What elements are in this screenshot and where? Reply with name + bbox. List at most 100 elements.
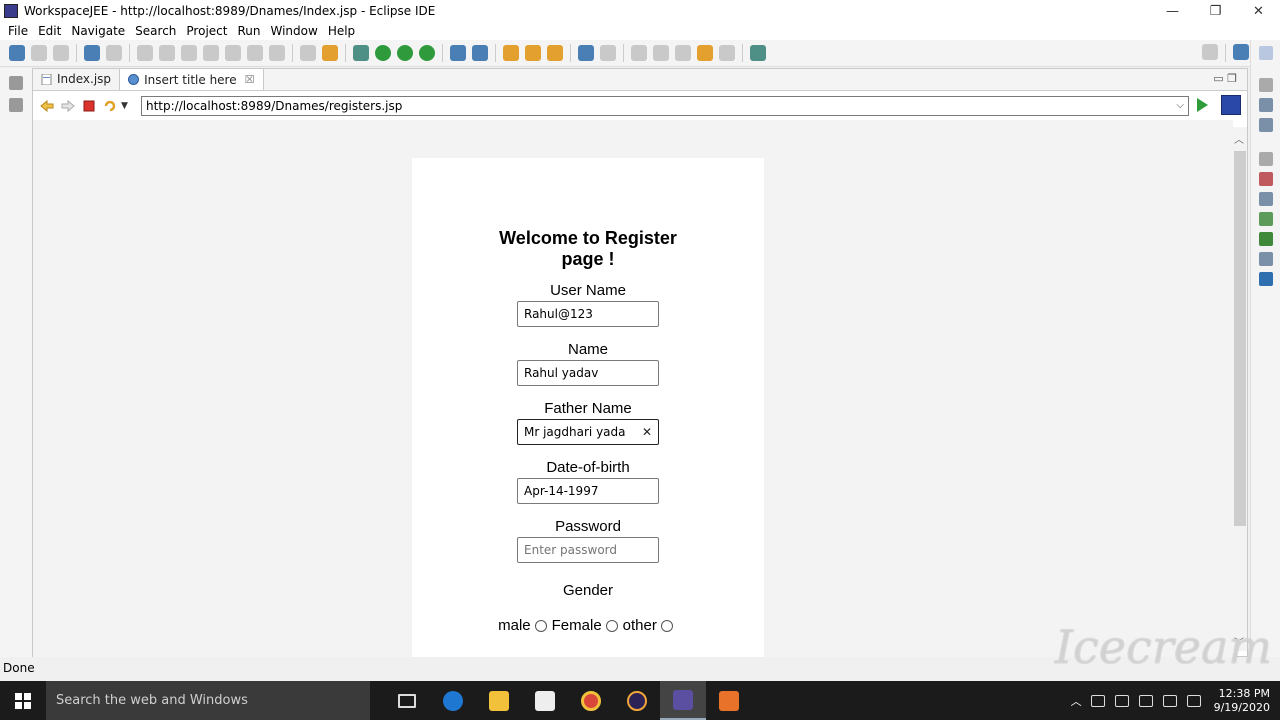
- new-class-icon[interactable]: [472, 45, 488, 61]
- menu-window[interactable]: Window: [265, 24, 322, 38]
- wifi-icon[interactable]: [1114, 694, 1129, 707]
- minimize-button[interactable]: —: [1151, 0, 1194, 22]
- clear-input-icon[interactable]: ✕: [642, 420, 652, 444]
- data-source-icon[interactable]: [1259, 232, 1273, 246]
- web-browser-icon[interactable]: [578, 45, 594, 61]
- back-icon[interactable]: [40, 99, 54, 113]
- close-tab-icon[interactable]: ☒: [245, 73, 255, 86]
- tab-index-jsp[interactable]: Index.jsp: [33, 68, 119, 90]
- open-folder-icon[interactable]: [503, 45, 519, 61]
- eclipse-taskbar-icon[interactable]: [614, 681, 660, 720]
- name-input[interactable]: Rahul yadav: [517, 360, 659, 386]
- properties-icon[interactable]: [1259, 192, 1273, 206]
- chrome-icon[interactable]: [568, 681, 614, 720]
- servers-icon[interactable]: [1259, 212, 1273, 226]
- save-all-icon[interactable]: [53, 45, 69, 61]
- debug-icon[interactable]: [353, 45, 369, 61]
- search-tool-icon[interactable]: [547, 45, 563, 61]
- new-icon[interactable]: [9, 45, 25, 61]
- external-tools-icon[interactable]: [600, 45, 616, 61]
- clock[interactable]: 12:38 PM 9/19/2020: [1214, 687, 1270, 715]
- run-as-icon[interactable]: [397, 45, 413, 61]
- edge-icon[interactable]: [430, 681, 476, 720]
- taskbar-search-input[interactable]: Search the web and Windows: [46, 681, 370, 720]
- open-task-icon[interactable]: [525, 45, 541, 61]
- last-edit-icon[interactable]: [675, 45, 691, 61]
- step-over-icon[interactable]: [247, 45, 263, 61]
- recorder-taskbar-icon[interactable]: [706, 681, 752, 720]
- date-of-birth-input[interactable]: Apr-14-1997: [517, 478, 659, 504]
- browser-icon[interactable]: [1221, 95, 1241, 115]
- volume-icon[interactable]: [1138, 694, 1153, 707]
- step-into-icon[interactable]: [225, 45, 241, 61]
- chevron-down-icon[interactable]: ▼: [121, 101, 128, 111]
- next-annotation-icon[interactable]: [631, 45, 647, 61]
- battery-icon[interactable]: [1090, 694, 1105, 707]
- open-perspective-icon[interactable]: [1233, 44, 1249, 60]
- search-icon[interactable]: [1202, 44, 1218, 60]
- terminal-icon[interactable]: [84, 45, 100, 61]
- file-explorer-icon[interactable]: [476, 681, 522, 720]
- scrollbar-thumb[interactable]: [1234, 151, 1246, 526]
- store-icon[interactable]: [522, 681, 568, 720]
- menu-file[interactable]: File: [3, 24, 33, 38]
- open-type-icon[interactable]: [322, 45, 338, 61]
- vertical-scrollbar[interactable]: ︿ ﹀: [1231, 127, 1247, 651]
- restore-view-icon[interactable]: [9, 76, 23, 90]
- task-view-icon[interactable]: [384, 681, 430, 720]
- close-button[interactable]: ✕: [1237, 0, 1280, 22]
- stop-icon[interactable]: [82, 99, 96, 113]
- outline-icon[interactable]: [1259, 98, 1273, 112]
- restore-button[interactable]: ❐: [1194, 0, 1237, 22]
- menu-help[interactable]: Help: [323, 24, 360, 38]
- menu-run[interactable]: Run: [232, 24, 265, 38]
- menu-project[interactable]: Project: [181, 24, 232, 38]
- previous-annotation-icon[interactable]: [653, 45, 669, 61]
- keyboard-icon[interactable]: [1186, 694, 1201, 707]
- notification-icon[interactable]: [1162, 694, 1177, 707]
- coverage-icon[interactable]: [419, 45, 435, 61]
- back-history-icon[interactable]: [697, 45, 713, 61]
- save-icon[interactable]: [31, 45, 47, 61]
- password-input[interactable]: Enter password: [517, 537, 659, 563]
- resume-icon[interactable]: [137, 45, 153, 61]
- menu-search[interactable]: Search: [130, 24, 181, 38]
- disconnect-icon[interactable]: [203, 45, 219, 61]
- url-input[interactable]: http://localhost:8989/Dnames/registers.j…: [141, 96, 1189, 116]
- forward-icon[interactable]: [61, 99, 75, 113]
- markers-icon[interactable]: [1259, 172, 1273, 186]
- restore-view-icon[interactable]: [1259, 78, 1273, 92]
- run-icon[interactable]: [375, 45, 391, 61]
- restore-view-icon[interactable]: [1259, 152, 1273, 166]
- pin-editor-icon[interactable]: [750, 45, 766, 61]
- toggle-mark-icon[interactable]: [300, 45, 316, 61]
- menu-edit[interactable]: Edit: [33, 24, 66, 38]
- snippets-icon[interactable]: [1259, 252, 1273, 266]
- project-explorer-icon[interactable]: [9, 98, 23, 112]
- forward-history-icon[interactable]: [719, 45, 735, 61]
- perspective-icon[interactable]: [1259, 46, 1273, 60]
- tab-insert-title-here[interactable]: Insert title here ☒: [119, 68, 264, 90]
- go-icon[interactable]: [1197, 98, 1208, 112]
- scroll-up-icon[interactable]: ︿: [1234, 131, 1244, 146]
- show-hidden-icons-icon[interactable]: ︿: [1071, 693, 1082, 709]
- menu-navigate[interactable]: Navigate: [66, 24, 130, 38]
- gender-radio-other[interactable]: [660, 619, 673, 632]
- gender-radio-male[interactable]: [534, 619, 547, 632]
- start-button[interactable]: [0, 681, 46, 720]
- refresh-icon[interactable]: [103, 99, 117, 113]
- editor-min-max-controls[interactable]: ▭ ❐: [1213, 72, 1237, 85]
- suspend-icon[interactable]: [159, 45, 175, 61]
- skip-breakpoints-icon[interactable]: [106, 45, 122, 61]
- ide-taskbar-icon[interactable]: [660, 681, 706, 720]
- step-return-icon[interactable]: [269, 45, 285, 61]
- father-name-input[interactable]: Mr jagdhari yada ✕: [517, 419, 659, 445]
- console-icon[interactable]: [1259, 272, 1273, 286]
- terminate-icon[interactable]: [181, 45, 197, 61]
- status-text: Done: [3, 661, 35, 675]
- url-history-dropdown-icon[interactable]: ⌵: [1176, 97, 1184, 115]
- task-list-icon[interactable]: [1259, 118, 1273, 132]
- gender-radio-female[interactable]: [605, 619, 618, 632]
- new-server-icon[interactable]: [450, 45, 466, 61]
- user-name-input[interactable]: Rahul@123: [517, 301, 659, 327]
